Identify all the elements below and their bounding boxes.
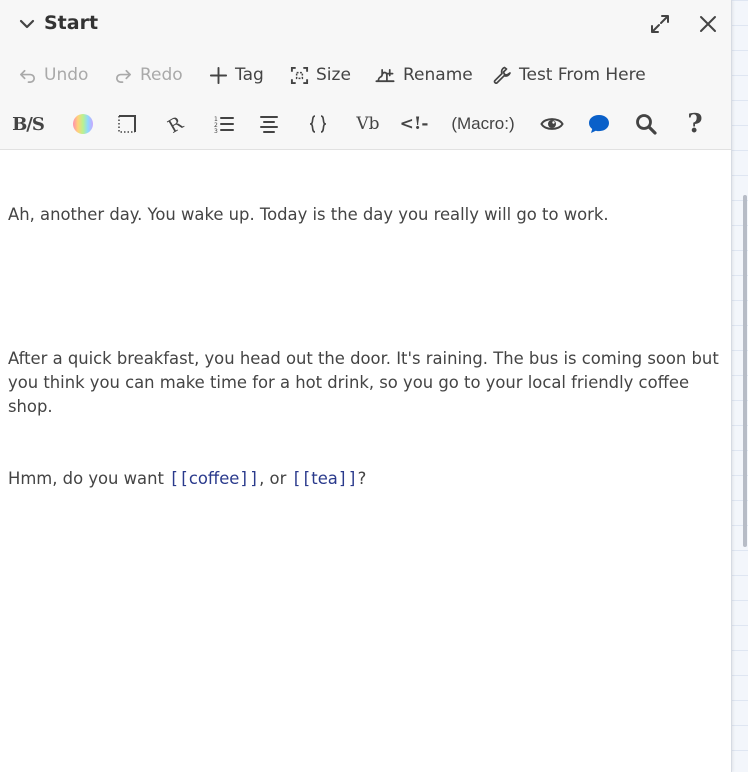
link-close-brackets: ]] [239,469,260,488]
help-glyph: ? [687,109,703,139]
rotated-r-icon: R [164,113,186,135]
collapse-whitespace-button[interactable] [303,106,333,142]
line3-middle: , or [259,469,292,488]
color-button[interactable] [68,106,98,142]
size-button[interactable]: Size [290,58,351,92]
bold-strike-button[interactable]: B/S [12,106,45,142]
line3-suffix: ? [357,469,367,488]
rename-icon [375,68,395,82]
line3-prefix: Hmm, do you want [8,469,170,488]
tag-button[interactable]: Tag [209,58,264,92]
text-line-3: Hmm, do you want [[coffee]], or [[tea]]? [8,467,723,491]
text-line-2: After a quick breakfast, you head out th… [8,349,724,416]
link-open-brackets: [[ [169,469,189,488]
svg-text:3: 3 [214,128,218,135]
curly-braces-icon [309,115,327,133]
speech-bubble-icon [589,115,609,133]
redo-button[interactable]: Redo [114,58,183,92]
search-icon [636,114,657,135]
link-open-brackets: [[ [291,469,312,488]
undo-label: Undo [44,65,89,85]
plus-icon [209,66,228,84]
preview-button[interactable] [537,106,567,142]
dialog-title: Start [44,12,99,34]
border-icon [118,115,136,133]
comment-glyph: <!- [399,114,429,134]
list-button[interactable]: 1 2 3 [209,106,239,142]
tag-label: Tag [235,65,264,85]
rotate-text-button[interactable]: R [160,106,190,142]
passage-edit-dialog: Start Undo Redo Tag Size Rename Test Fro… [0,0,732,772]
blank-line: ​ [8,275,723,299]
ordered-list-icon: 1 2 3 [214,116,234,135]
border-button[interactable] [112,106,142,142]
text-line-1: Ah, another day. You wake up. Today is t… [8,205,609,224]
passage-toolbar: Undo Redo Tag Size Rename Test From Here [0,58,732,92]
comment-button[interactable]: <!- [398,106,430,142]
harlowe-format-toolbar: B/S R 1 2 3 Vb <!- (Macro:) ? [0,106,732,142]
passage-text-editor[interactable]: Ah, another day. You wake up. Today is t… [0,151,731,772]
undo-icon [19,69,35,83]
rainbow-color-icon [73,114,93,134]
link-close-brackets: ]] [337,469,358,488]
find-button[interactable] [631,106,661,142]
coffee-link: coffee [188,469,240,488]
verbatim-glyph: Vb [356,114,380,134]
tooltips-button[interactable] [584,106,614,142]
align-center-icon [260,116,278,133]
wrench-icon [493,66,511,84]
close-icon[interactable] [696,12,720,36]
dialog-titlebar: Start [0,0,732,50]
align-button[interactable] [254,106,284,142]
chevron-down-icon[interactable] [16,13,38,35]
macro-label: (Macro:) [451,114,515,133]
size-label: Size [316,65,351,85]
redo-label: Redo [140,65,183,85]
canvas-scrollbar[interactable] [743,195,747,547]
test-from-here-label: Test From Here [519,65,646,85]
size-icon [290,66,309,84]
dialog-header: Start Undo Redo Tag Size Rename Test Fro… [0,0,731,150]
verbatim-button[interactable]: Vb [352,106,384,142]
undo-button[interactable]: Undo [18,58,88,92]
help-button[interactable]: ? [680,106,710,142]
tea-link: tea [311,469,338,488]
test-from-here-button[interactable]: Test From Here [492,58,646,92]
rename-button[interactable]: Rename [374,58,473,92]
macro-button[interactable]: (Macro:) [448,106,518,142]
svg-text:R: R [164,113,186,135]
bold-strike-glyph: B/S [12,113,45,135]
redo-icon [116,69,132,83]
maximize-icon[interactable] [648,12,672,36]
rename-label: Rename [403,65,473,85]
eye-icon [540,118,564,130]
